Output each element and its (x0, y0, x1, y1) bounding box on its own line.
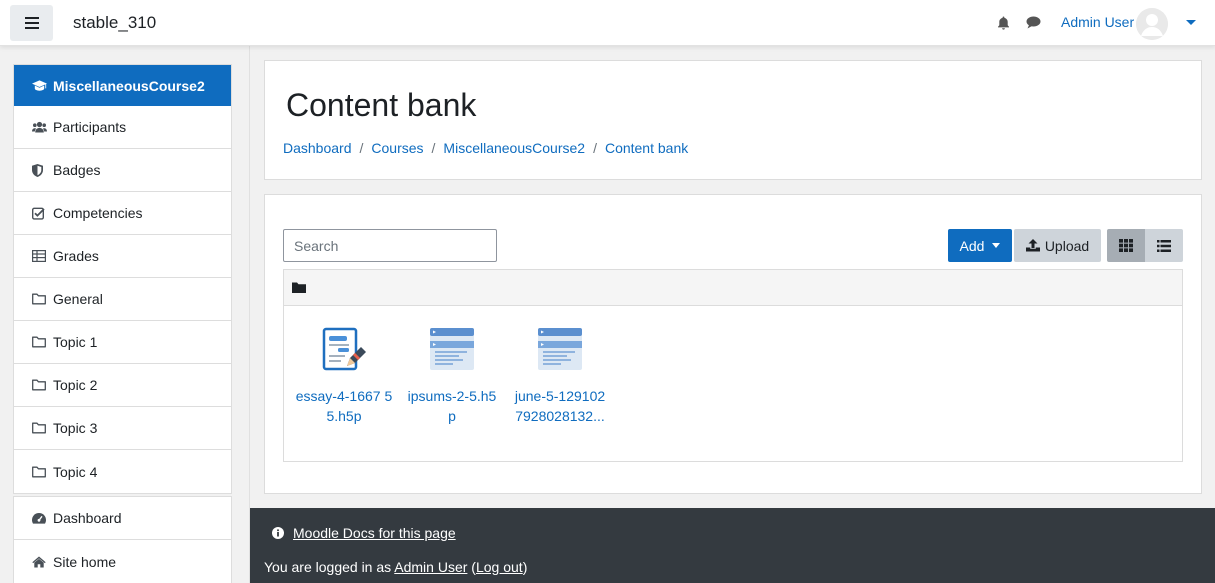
folder-icon (32, 293, 47, 305)
file-name: essay-4-1667 55.h5p (295, 388, 393, 424)
list-view-button[interactable] (1145, 229, 1183, 262)
nav-item-label: Badges (53, 162, 101, 178)
upload-button-label: Upload (1044, 237, 1090, 254)
upload-button[interactable]: Upload (1014, 229, 1101, 262)
breadcrumb-content-bank[interactable]: Content bank (605, 140, 688, 156)
breadcrumb-courses[interactable]: Courses (371, 140, 423, 156)
graduation-cap-icon (32, 79, 47, 92)
breadcrumb-dashboard[interactable]: Dashboard (283, 140, 352, 156)
drawer-toggle-button[interactable] (10, 5, 53, 41)
nav-item-label: Site home (53, 553, 117, 570)
essay-document-icon (322, 327, 366, 371)
messages-chat-icon[interactable] (1026, 16, 1041, 32)
nav-item-topic-2[interactable]: Topic 2 (14, 364, 231, 407)
nav-item-label: Topic 2 (53, 377, 98, 393)
grid-view-icon (1119, 239, 1133, 252)
moodle-docs-link[interactable]: Moodle Docs for this page (272, 525, 456, 541)
logout-link[interactable]: Log out (476, 559, 523, 575)
nav-item-topic-3[interactable]: Topic 3 (14, 407, 231, 450)
list-view-icon (1157, 239, 1171, 252)
nav-item-competencies[interactable]: Competencies (14, 192, 231, 235)
tachometer-icon (32, 512, 47, 524)
nav-item-badges[interactable]: Badges (14, 149, 231, 192)
nav-item-site-home[interactable]: Site home (14, 540, 231, 583)
check-square-icon (32, 207, 47, 220)
add-button-label: Add (959, 237, 985, 254)
table-icon (32, 250, 47, 262)
hamburger-icon (24, 17, 39, 29)
folder-icon (32, 336, 47, 348)
nav-item-label: Participants (53, 119, 127, 135)
h5p-content-icon (430, 328, 474, 370)
user-menu-caret-icon[interactable] (1186, 20, 1196, 25)
file-item-june[interactable]: june-5-129102 7928028132... (506, 326, 614, 426)
file-name: ipsums-2-5.h5 p (407, 388, 497, 424)
nav-item-topic-1[interactable]: Topic 1 (14, 321, 231, 364)
content-bank-region: Add Upload (264, 194, 1202, 494)
page-title: Content bank (286, 87, 477, 123)
site-name[interactable]: stable_310 (73, 13, 156, 33)
folder-solid-icon[interactable] (292, 282, 306, 293)
nav-item-label: Topic 3 (53, 420, 98, 436)
nav-item-label: Grades (53, 248, 99, 264)
file-name: june-5-129102 7928028132... (514, 388, 606, 424)
users-icon (32, 121, 47, 133)
upload-icon (1025, 239, 1040, 252)
nav-item-participants[interactable]: Participants (14, 106, 231, 149)
content-bank-files: essay-4-1667 55.h5p ipsums-2-5.h5 p june… (283, 269, 1183, 462)
breadcrumb-course[interactable]: MiscellaneousCourse2 (443, 140, 585, 156)
nav-drawer: MiscellaneousCourse2 Participants Badges… (0, 46, 250, 583)
folder-icon (32, 422, 47, 434)
nav-item-label: General (53, 291, 103, 307)
page-footer: Moodle Docs for this page You are logged… (250, 508, 1215, 583)
top-navbar: stable_310 Admin User (0, 0, 1215, 46)
login-prefix: You are logged in as (264, 559, 395, 575)
user-menu-name[interactable]: Admin User (1061, 14, 1134, 30)
nav-item-label: Dashboard (53, 510, 122, 526)
search-input[interactable] (283, 229, 497, 262)
folder-icon (32, 379, 47, 391)
file-item-essay[interactable]: essay-4-1667 55.h5p (290, 326, 398, 426)
breadcrumb-separator: / (593, 140, 597, 156)
nav-item-course[interactable]: MiscellaneousCourse2 (14, 65, 231, 106)
site-nav-list: Dashboard Site home (13, 496, 232, 583)
login-info: You are logged in as Admin User (Log out… (264, 559, 528, 575)
breadcrumb: Dashboard / Courses / MiscellaneousCourse2 / C… (283, 140, 688, 156)
nav-item-general[interactable]: General (14, 278, 231, 321)
notifications-bell-icon[interactable] (997, 16, 1010, 33)
folder-navigation (284, 270, 1182, 306)
nav-item-topic-4[interactable]: Topic 4 (14, 450, 231, 493)
icon-view-button[interactable] (1107, 229, 1145, 262)
nav-item-label: Topic 4 (53, 463, 98, 480)
home-icon (32, 556, 47, 568)
nav-item-dashboard[interactable]: Dashboard (14, 497, 231, 540)
nav-item-grades[interactable]: Grades (14, 235, 231, 278)
h5p-content-icon (538, 328, 582, 370)
info-circle-icon (272, 527, 284, 539)
page-header: Content bank Dashboard / Courses / Miscellan… (264, 60, 1202, 180)
file-item-ipsums[interactable]: ipsums-2-5.h5 p (398, 326, 506, 426)
folder-icon (32, 466, 47, 478)
breadcrumb-separator: / (359, 140, 364, 156)
moodle-docs-label: Moodle Docs for this page (293, 525, 456, 541)
add-content-button[interactable]: Add (948, 229, 1012, 262)
chevron-down-icon (992, 243, 1001, 248)
shield-icon (32, 163, 47, 177)
nav-item-label: MiscellaneousCourse2 (53, 77, 205, 94)
breadcrumb-separator: / (431, 140, 436, 156)
login-user-link[interactable]: Admin User (394, 559, 467, 575)
user-avatar[interactable] (1136, 8, 1168, 40)
nav-item-label: Competencies (53, 205, 143, 221)
nav-item-label: Topic 1 (53, 334, 98, 350)
course-nav-list: MiscellaneousCourse2 Participants Badges… (13, 64, 232, 494)
